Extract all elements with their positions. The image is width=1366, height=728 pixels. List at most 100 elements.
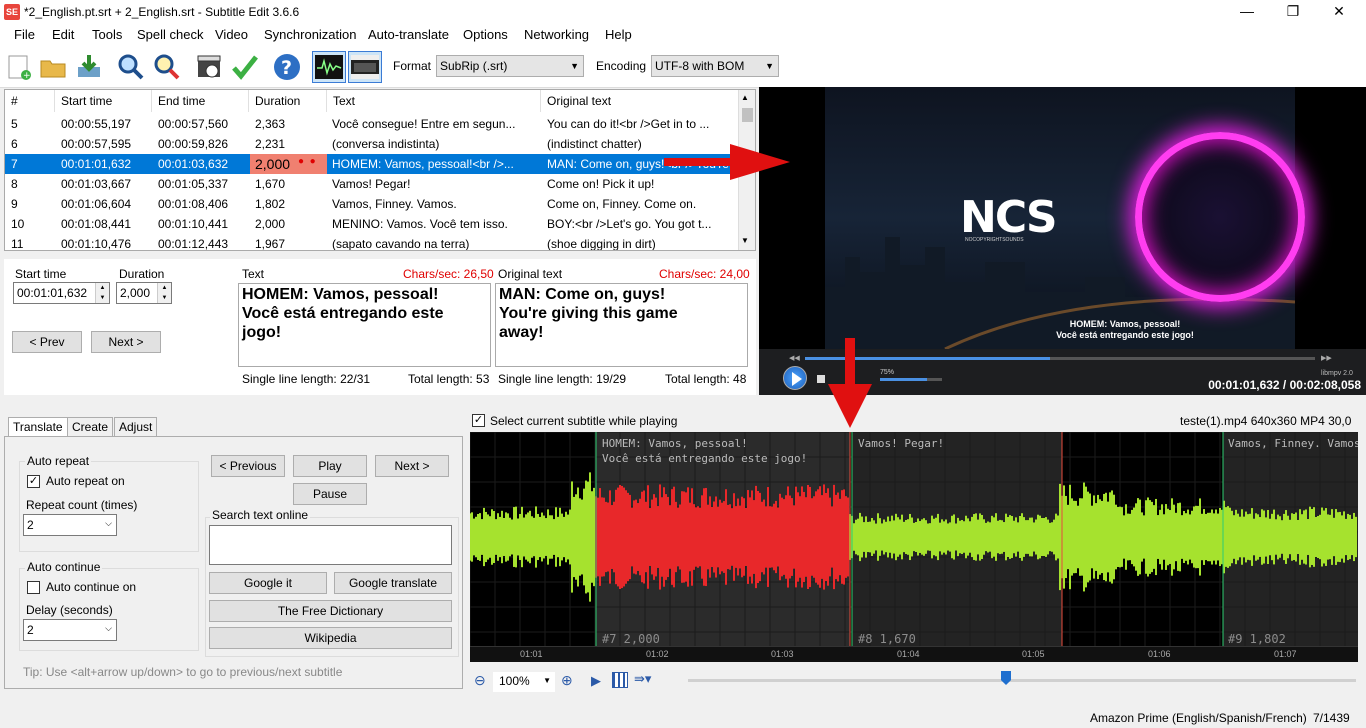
original-single-line-length: Single line length: 19/29 [498,372,627,386]
search-text-input[interactable] [209,525,452,565]
menu-synchronization[interactable]: Synchronization [264,27,357,42]
google-it-button[interactable]: Google it [209,572,327,594]
previous-button[interactable]: < Previous [211,455,285,477]
table-row[interactable]: 6 00:00:57,595 00:00:59,826 2,231 (conve… [5,134,739,154]
menu-edit[interactable]: Edit [52,27,74,42]
menu-options[interactable]: Options [463,27,508,42]
find-icon[interactable] [116,51,146,83]
auto-continue-checkbox[interactable] [27,581,40,594]
menu-file[interactable]: File [14,27,35,42]
chevron-up-icon[interactable]: ▲ [741,93,749,102]
google-translate-button[interactable]: Google translate [334,572,452,594]
row-start: 00:00:57,595 [61,137,132,151]
subtitle-grid[interactable]: # Start time End time Duration Text Orig… [4,89,756,251]
auto-repeat-label: Auto repeat on [46,474,125,488]
zoom-select[interactable]: 100% ▼ [493,672,555,692]
tab-create[interactable]: Create [67,417,114,437]
play-selection-icon[interactable]: ▶ [591,673,601,689]
menu-video[interactable]: Video [215,27,248,42]
visual-sync-icon[interactable] [194,51,224,83]
text-total-length: Total length: 53 [408,372,490,386]
subtitle-line: Você está entregando este jogo! [1056,330,1194,340]
row-duration: 1,670 [255,177,286,191]
row-end: 00:01:03,632 [158,157,229,171]
column-header-number[interactable]: # [5,90,55,112]
row-number: 5 [11,117,18,131]
close-button[interactable]: ✕ [1316,0,1362,24]
chevron-down-icon: ▼ [570,61,579,71]
ncs-logo: NCS [960,192,1058,243]
format-select[interactable]: SubRip (.srt) ▼ [436,55,584,77]
menu-spell-check[interactable]: Spell check [137,27,203,42]
pause-button[interactable]: Pause [293,483,367,505]
menu-help[interactable]: Help [605,27,632,42]
prev-button[interactable]: < Prev [12,331,82,353]
select-current-checkbox[interactable]: ✓ [472,414,485,427]
free-dictionary-button[interactable]: The Free Dictionary [209,600,452,622]
next-button[interactable]: Next > [91,331,161,353]
repeat-count-select[interactable]: 2 ⌵ [23,514,117,536]
auto-next-icon[interactable]: ⇛▾ [634,671,651,687]
chevron-down-icon: ▼ [765,61,774,71]
menu-networking[interactable]: Networking [524,27,589,42]
table-row[interactable]: 10 00:01:08,441 00:01:10,441 2,000 MENIN… [5,214,739,234]
replace-icon[interactable] [152,51,182,83]
chevron-down-icon[interactable]: ▼ [741,236,749,245]
window-title: *2_English.pt.srt + 2_English.srt - Subt… [24,5,300,19]
row-start: 00:01:08,441 [61,217,132,231]
audio-waveform[interactable]: HOMEM: Vamos, pessoal! Você está entrega… [470,432,1358,662]
maximize-button[interactable]: ❐ [1270,0,1316,24]
encoding-select[interactable]: UTF-8 with BOM ▼ [651,55,779,77]
table-row[interactable]: 5 00:00:55,197 00:00:57,560 2,363 Você c… [5,114,739,134]
rewind-icon[interactable]: ◀◀ [789,354,800,362]
column-header-end[interactable]: End time [152,90,249,112]
save-download-icon[interactable] [74,51,104,83]
original-text-editor[interactable]: MAN: Come on, guys! You're giving this g… [495,283,748,367]
table-row-selected[interactable]: 7 00:01:01,632 00:01:03,632 2,000 ● ● HOM… [5,154,739,174]
spell-check-icon[interactable] [230,51,260,83]
position-slider[interactable] [688,679,1356,682]
row-text: (sapato cavando na terra) [332,237,470,251]
zoom-out-icon[interactable]: ⊖ [474,672,486,689]
auto-repeat-checkbox[interactable]: ✓ [27,475,40,488]
toggle-waveform-icon[interactable] [312,51,346,83]
table-row[interactable]: 11 00:01:10,476 00:01:12,443 1,967 (sapa… [5,234,739,251]
next-subtitle-button[interactable]: Next > [375,455,449,477]
help-icon[interactable]: ? [272,51,302,83]
play-button[interactable]: Play [293,455,367,477]
table-row[interactable]: 8 00:01:03,667 00:01:05,337 1,670 Vamos!… [5,174,739,194]
toggle-video-icon[interactable] [348,51,382,83]
wikipedia-button[interactable]: Wikipedia [209,627,452,649]
volume-slider[interactable] [880,378,942,381]
column-header-original[interactable]: Original text [541,90,739,112]
stepper-icon[interactable]: ▲ ▼ [95,283,109,303]
stepper-icon[interactable]: ▲ ▼ [157,283,171,303]
column-header-duration[interactable]: Duration [249,90,327,112]
column-header-text[interactable]: Text [327,90,541,112]
position-slider-thumb[interactable] [1001,671,1011,685]
tab-adjust[interactable]: Adjust [114,417,158,437]
zoom-in-icon[interactable]: ⊕ [561,672,573,689]
duration-field[interactable]: 2,000 ▲ ▼ [116,282,172,304]
minimize-button[interactable]: — [1224,0,1270,24]
table-row[interactable]: 9 00:01:06,604 00:01:08,406 1,802 Vamos,… [5,194,739,214]
tab-translate[interactable]: Translate [8,417,68,438]
scrollbar-thumb[interactable] [742,108,753,122]
annotation-arrow-down [828,338,872,428]
text-line: MAN: Come on, guys! [499,286,666,303]
video-seek-bar[interactable] [805,357,1315,360]
start-time-field[interactable]: 00:01:01,632 ▲ ▼ [13,282,110,304]
column-header-start[interactable]: Start time [55,90,152,112]
menu-tools[interactable]: Tools [92,27,122,42]
grid-view-icon[interactable] [612,672,628,688]
open-folder-icon[interactable] [38,51,68,83]
play-icon[interactable] [783,366,807,390]
waveform-label-7: #7 2,000 [602,632,660,646]
waveform-subtitle-8: Vamos! Pegar! [858,437,945,450]
menu-auto-translate[interactable]: Auto-translate [368,27,449,42]
delay-select[interactable]: 2 ⌵ [23,619,117,641]
row-number: 9 [11,197,18,211]
fast-forward-icon[interactable]: ▶▶ [1321,354,1332,362]
text-editor[interactable]: HOMEM: Vamos, pessoal! Você está entrega… [238,283,491,367]
new-file-icon[interactable]: + [4,51,34,83]
